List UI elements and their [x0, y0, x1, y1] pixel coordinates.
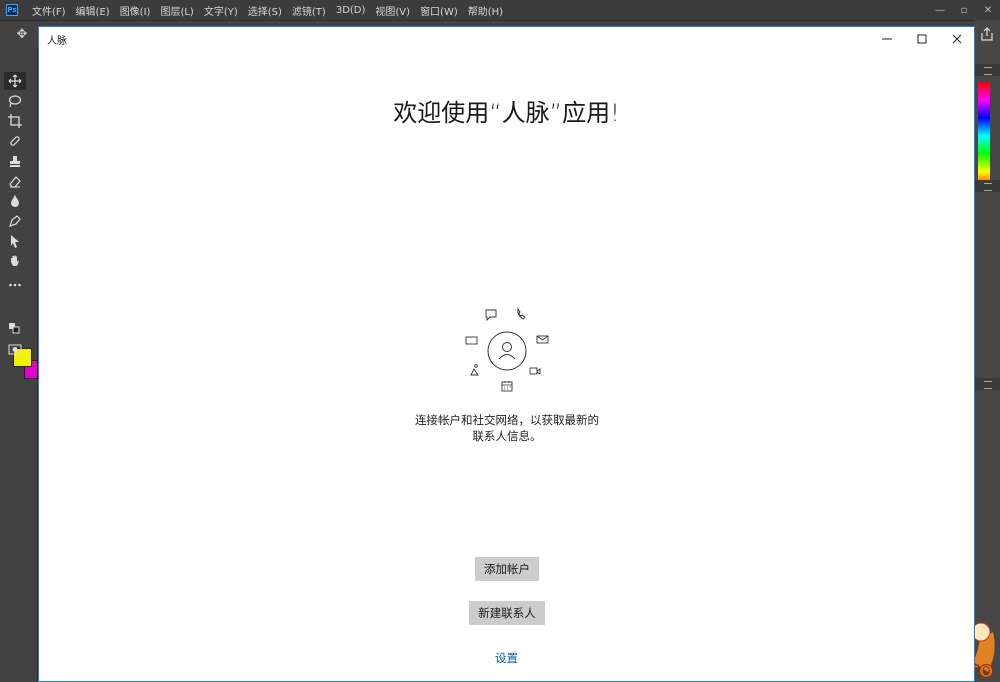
panel-collapse-handle[interactable] [975, 180, 1000, 192]
quick-mask-icon [8, 344, 22, 355]
menu-view[interactable]: 视图(V) [375, 3, 410, 18]
healing-tool-button[interactable] [4, 132, 26, 150]
menu-layer[interactable]: 图层(L) [160, 3, 193, 18]
phone-icon [517, 307, 526, 320]
menu-file[interactable]: 文件(F) [32, 3, 66, 18]
share-icon[interactable] [979, 26, 995, 42]
people-app-window: 人脉 欢迎使用“人脉”应用! 连接帐户和社交网络，以获取最新的 联系人信息。 添… [38, 26, 975, 682]
pen-icon [9, 215, 21, 227]
more-tools-button[interactable] [4, 276, 26, 294]
eraser-icon [9, 176, 21, 188]
new-contact-button[interactable]: 新建联系人 [469, 601, 545, 625]
crop-icon [8, 114, 22, 128]
more-icon [9, 283, 21, 287]
crop-tool-button[interactable] [4, 112, 26, 130]
calendar-icon [501, 381, 513, 392]
panel-collapse-handle[interactable] [975, 378, 1000, 390]
share-network-icon [470, 364, 479, 376]
move-tool-button[interactable] [4, 72, 26, 90]
hand-icon [11, 255, 19, 266]
window-titlebar[interactable]: 人脉 [39, 27, 974, 51]
ps-close-button[interactable]: ✕ [976, 0, 1000, 20]
person-icon [498, 342, 516, 360]
video-icon [529, 367, 541, 375]
menu-image[interactable]: 图像(I) [120, 3, 151, 18]
path-select-tool-button[interactable] [4, 232, 26, 250]
minimize-icon [882, 38, 892, 40]
maximize-button[interactable] [904, 27, 940, 51]
welcome-heading: 欢迎使用“人脉”应用! [393, 99, 620, 127]
photoshop-window-controls: — ▫ ✕ [928, 0, 1000, 20]
contacts-hero-illustration [465, 307, 549, 392]
minimize-button[interactable] [869, 27, 905, 51]
menu-window[interactable]: 窗口(W) [420, 3, 458, 18]
drop-icon [11, 195, 19, 207]
maximize-icon [917, 34, 927, 44]
default-colors-icon [9, 323, 20, 334]
arrow-cursor-icon [11, 235, 19, 248]
ps-minimize-button[interactable]: — [928, 0, 952, 20]
window-title: 人脉 [47, 36, 67, 47]
move-icon [8, 74, 22, 88]
photoshop-menubar: Ps 文件(F) 编辑(E) 图像(I) 图层(L) 文字(Y) 选择(S) 滤… [0, 0, 1000, 20]
settings-link[interactable]: 设置 [39, 650, 974, 666]
add-account-button[interactable]: 添加帐户 [475, 557, 539, 581]
stamp-icon [10, 156, 20, 167]
eraser-tool-button[interactable] [4, 172, 26, 190]
lasso-icon [8, 95, 22, 108]
menu-help[interactable]: 帮助(H) [468, 3, 503, 18]
menu-3d[interactable]: 3D(D) [336, 5, 366, 16]
ps-restore-button[interactable]: ▫ [952, 0, 976, 20]
photoshop-right-panel [975, 20, 1000, 682]
photoshop-logo: Ps [6, 4, 18, 16]
pen-tool-button[interactable] [4, 212, 26, 230]
description-line-1: 连接帐户和社交网络，以获取最新的 [415, 413, 599, 427]
menu-type[interactable]: 文字(Y) [204, 3, 238, 18]
color-spectrum[interactable] [978, 82, 990, 190]
bandage-icon [10, 136, 20, 146]
hand-tool-button[interactable] [4, 252, 26, 270]
quick-mask-button[interactable] [4, 340, 26, 358]
chat-icon [485, 309, 497, 322]
menu-select[interactable]: 选择(S) [248, 3, 282, 18]
blur-tool-button[interactable] [4, 192, 26, 210]
move-tool-icon[interactable]: ✥ [14, 27, 30, 43]
menu-edit[interactable]: 编辑(E) [76, 3, 110, 18]
description-line-2: 联系人信息。 [472, 429, 542, 443]
stamp-tool-button[interactable] [4, 152, 26, 170]
photoshop-toolbar [0, 48, 38, 682]
tablet-icon [465, 336, 478, 345]
close-button[interactable] [939, 27, 975, 51]
panel-collapse-handle[interactable] [975, 64, 1000, 76]
menu-filter[interactable]: 滤镜(T) [292, 3, 326, 18]
lasso-tool-button[interactable] [4, 92, 26, 110]
close-icon [952, 34, 962, 44]
description-text: 连接帐户和社交网络，以获取最新的 联系人信息。 [357, 412, 657, 444]
mail-icon [536, 335, 549, 344]
swap-colors-button[interactable] [8, 320, 22, 338]
